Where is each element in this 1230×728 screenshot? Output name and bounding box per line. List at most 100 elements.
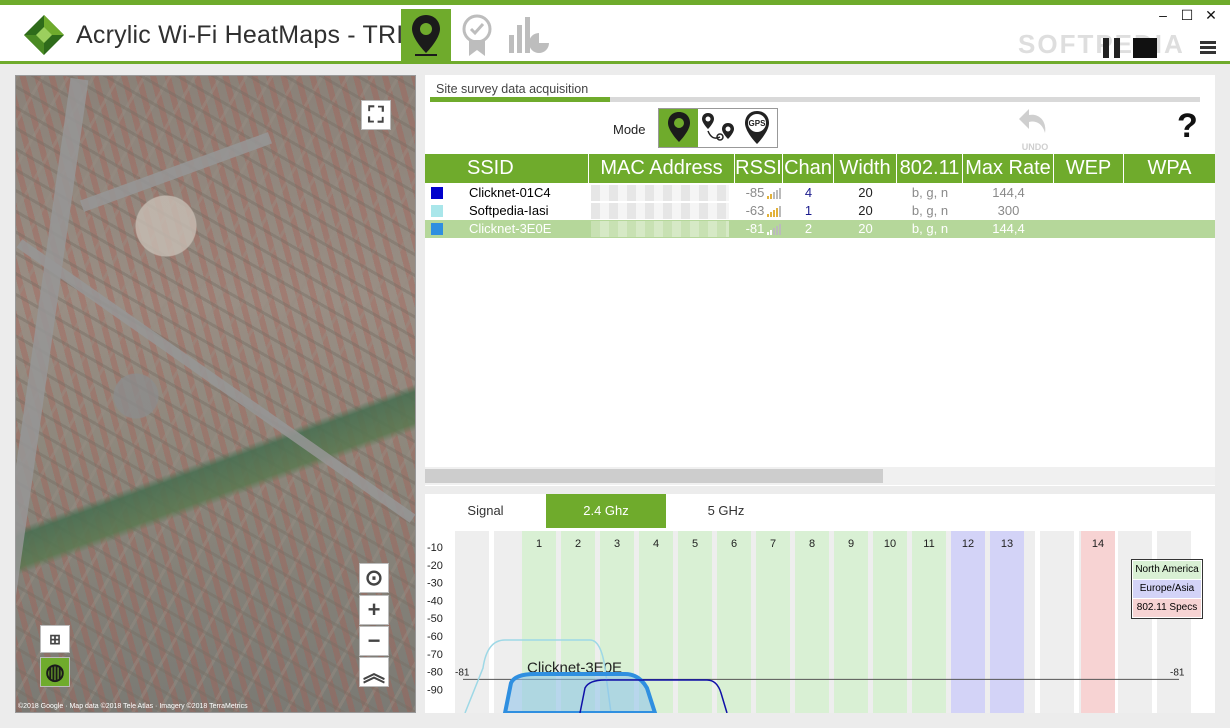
cell-width: 20 xyxy=(858,221,873,236)
network-color-swatch xyxy=(431,187,443,199)
cell-std: b, g, n xyxy=(911,185,949,200)
route-mode-icon[interactable] xyxy=(698,109,737,147)
y-tick-label: -20 xyxy=(427,560,443,572)
tab-5ghz[interactable]: 5 GHz xyxy=(666,494,786,528)
channel-band xyxy=(912,531,946,713)
cell-chan: 2 xyxy=(804,221,813,236)
minimize-button[interactable]: – xyxy=(1152,7,1174,23)
globe-icon[interactable]: ◍ xyxy=(40,657,70,687)
map-attribution: ©2018 Google · Map data ©2018 Tele Atlas… xyxy=(18,703,248,710)
cell-mac-redacted xyxy=(591,185,729,201)
maximize-button[interactable]: ☐ xyxy=(1176,7,1198,24)
cell-ssid: Softpedia-Iasi xyxy=(469,203,549,218)
horizontal-scrollbar[interactable] xyxy=(425,467,1215,485)
channel-label: 2 xyxy=(575,538,581,550)
cell-std: b, g, n xyxy=(911,203,949,218)
y-tick-label: -40 xyxy=(427,595,443,607)
collapse-icon[interactable]: ︽ xyxy=(359,657,389,687)
channel-band xyxy=(795,531,829,713)
col-chan[interactable]: Chan xyxy=(783,154,834,183)
channel-label: 1 xyxy=(536,538,542,550)
cell-mac-redacted xyxy=(591,203,729,219)
legend-north-america: North America xyxy=(1133,561,1201,579)
col-max-rate[interactable]: Max Rate xyxy=(963,154,1054,183)
legend-europe-asia: Europe/Asia xyxy=(1133,580,1201,598)
col-rssi[interactable]: RSSI xyxy=(735,154,783,183)
cell-rate: 300 xyxy=(997,203,1020,218)
stop-icon[interactable] xyxy=(1133,38,1157,58)
table-row[interactable]: Softpedia-Iasi -63 1 20 b, g, n 300 xyxy=(425,202,1215,220)
channel-band xyxy=(678,531,712,713)
channel-label: 9 xyxy=(848,538,854,550)
spectrum-chart: 1 2 3 4 5 6 7 8 9 10 11 12 13 14-10-20-30-40-50-60-70… xyxy=(427,531,1191,713)
col-80211[interactable]: 802.11 xyxy=(897,154,963,183)
threshold-left-label: -81 xyxy=(455,667,470,678)
menu-icon[interactable] xyxy=(1200,41,1216,55)
app-title: Acrylic Wi-Fi HeatMaps - TRIAL xyxy=(76,21,435,49)
title-bar: Acrylic Wi-Fi HeatMaps - TRIAL SOFTPEDIA… xyxy=(0,5,1230,61)
col-width[interactable]: Width xyxy=(834,154,897,183)
help-button[interactable]: ? xyxy=(1177,107,1198,146)
channel-label: 5 xyxy=(692,538,698,550)
channel-band xyxy=(951,531,985,713)
y-tick-label: -90 xyxy=(427,684,443,696)
spectrum-tabs: Signal 2.4 Ghz 5 GHz xyxy=(425,494,1215,528)
col-ssid[interactable]: SSID xyxy=(425,154,589,183)
map-road xyxy=(79,132,273,212)
undo-button[interactable]: UNDO xyxy=(1015,107,1055,152)
map-road xyxy=(16,239,415,523)
cell-chan: 1 xyxy=(804,203,813,218)
tab-signal[interactable]: Signal xyxy=(425,494,546,528)
col-mac[interactable]: MAC Address xyxy=(589,154,735,183)
table-header: SSID MAC Address RSSI Chan Width 802.11 … xyxy=(425,154,1215,183)
scroll-thumb[interactable] xyxy=(425,469,883,483)
reports-chart-icon[interactable] xyxy=(503,9,553,61)
pause-icon[interactable] xyxy=(1103,38,1121,58)
col-wep[interactable]: WEP xyxy=(1054,154,1124,183)
channel-label: 3 xyxy=(614,538,620,550)
layout-icon[interactable]: ⊞ xyxy=(40,625,70,653)
undo-label: UNDO xyxy=(1021,142,1049,152)
column-strip xyxy=(1040,531,1074,713)
satellite-map[interactable]: ⛶ ⊙ + − ︽ ⊞ ◍ ©2018 Google · Map data ©2… xyxy=(15,75,416,713)
table-row[interactable]: Clicknet-01C4 -85 4 20 b, g, n 144,4 xyxy=(425,184,1215,202)
y-tick-label: -30 xyxy=(427,578,443,590)
network-color-swatch xyxy=(431,223,443,235)
threshold-right-label: -81 xyxy=(1170,667,1185,678)
channel-label: 4 xyxy=(653,538,659,550)
signal-strength-icon xyxy=(767,223,783,235)
fullscreen-icon[interactable]: ⛶ xyxy=(361,100,391,130)
cell-width: 20 xyxy=(858,203,873,218)
mode-label: Mode xyxy=(613,122,646,137)
zoom-in-button[interactable]: + xyxy=(359,595,389,625)
gps-mode-icon[interactable]: GPS xyxy=(738,109,777,147)
channel-label: 12 xyxy=(962,538,974,550)
col-wpa[interactable]: WPA xyxy=(1124,154,1215,183)
column-strip xyxy=(455,531,489,713)
channel-label: 11 xyxy=(923,538,934,550)
close-button[interactable]: ✕ xyxy=(1200,7,1222,24)
spectrum-panel: Signal 2.4 Ghz 5 GHz 1 2 3 4 5 6 7 8 9 10 11 12 13 14… xyxy=(425,494,1215,713)
zoom-out-button[interactable]: − xyxy=(359,626,389,656)
signal-strength-icon xyxy=(767,187,783,199)
cell-chan: 4 xyxy=(804,185,813,200)
table-row[interactable]: Clicknet-3E0E -81 2 20 b, g, n 144,4 xyxy=(425,220,1215,238)
channel-band xyxy=(756,531,790,713)
map-road xyxy=(16,77,89,712)
channel-label: 7 xyxy=(770,538,776,550)
channel-band xyxy=(834,531,868,713)
cell-ssid: Clicknet-3E0E xyxy=(469,221,552,236)
cell-mac-redacted xyxy=(591,221,729,237)
watermark: SOFTPEDIA xyxy=(1018,29,1185,59)
pin-mode-icon[interactable] xyxy=(659,109,699,147)
site-survey-pin-icon[interactable] xyxy=(401,9,451,61)
tab-2-4ghz[interactable]: 2.4 Ghz xyxy=(546,494,666,528)
channel-band xyxy=(990,531,1024,713)
section-title: Site survey data acquisition xyxy=(436,82,589,96)
signal-strength-icon xyxy=(767,205,783,217)
certificate-badge-icon[interactable] xyxy=(452,9,502,61)
locate-icon[interactable]: ⊙ xyxy=(359,563,389,593)
survey-panel: Site survey data acquisition Mode GPS UN… xyxy=(425,75,1215,486)
mode-selector: GPS xyxy=(658,108,778,148)
acrylic-logo-icon xyxy=(24,15,64,55)
